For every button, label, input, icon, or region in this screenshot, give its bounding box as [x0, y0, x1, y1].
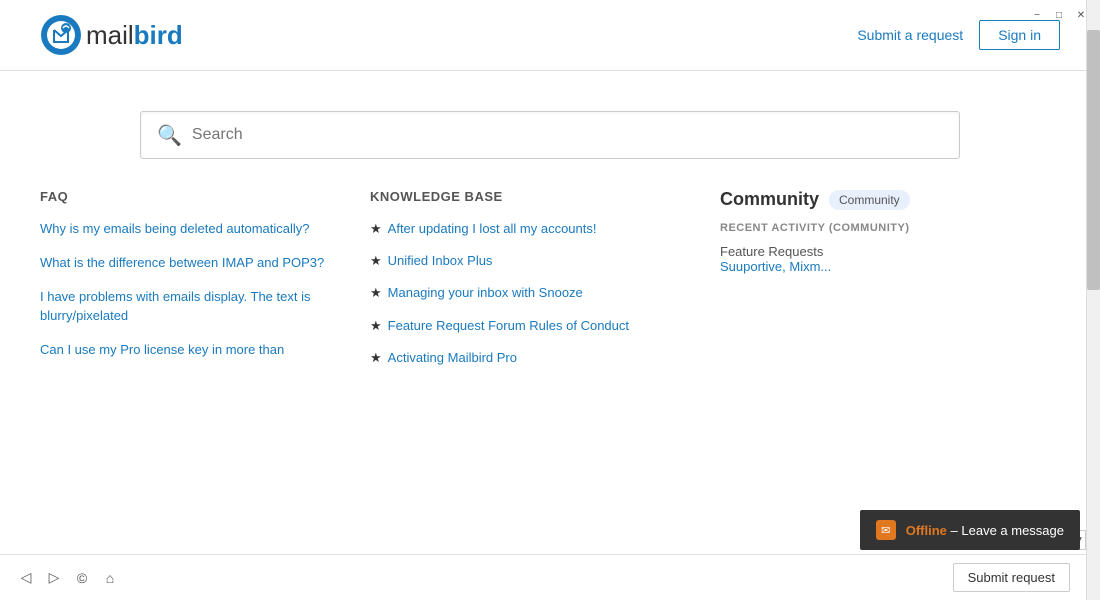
window-controls: − □ ✕ — [1018, 0, 1100, 30]
kb-star-3: ★ — [370, 318, 382, 334]
kb-star-1: ★ — [370, 253, 382, 269]
forward-icon[interactable]: ▷ — [44, 568, 64, 588]
footer: ◁ ▷ © ⌂ Submit request — [0, 554, 1086, 600]
faq-section: FAQ Why is my emails being deleted autom… — [40, 189, 330, 381]
faq-item-3[interactable]: Can I use my Pro license key in more tha… — [40, 341, 330, 359]
logo-icon — [40, 14, 82, 56]
scrollbar-thumb[interactable] — [1087, 30, 1100, 290]
kb-item-4: ★ Activating Mailbird Pro — [370, 349, 680, 367]
search-input[interactable] — [192, 112, 943, 158]
faq-item-1[interactable]: What is the difference between IMAP and … — [40, 254, 330, 272]
kb-item-0: ★ After updating I lost all my accounts! — [370, 220, 680, 238]
search-wrapper: 🔍 — [140, 111, 960, 159]
activity-label: Feature Requests — [720, 244, 823, 259]
kb-item-1: ★ Unified Inbox Plus — [370, 252, 680, 270]
copyright-icon[interactable]: © — [72, 568, 92, 588]
logo[interactable]: mailbird — [40, 14, 183, 56]
offline-text: Offline – Leave a message — [906, 523, 1064, 538]
faq-title: FAQ — [40, 189, 330, 204]
kb-item-2: ★ Managing your inbox with Snooze — [370, 284, 680, 302]
activity-items: Feature Requests Suuportive, Mixm... — [720, 244, 1060, 274]
home-icon[interactable]: ⌂ — [100, 568, 120, 588]
community-header: Community Community — [720, 189, 1060, 210]
kb-link-3[interactable]: Feature Request Forum Rules of Conduct — [388, 317, 629, 335]
kb-link-0[interactable]: After updating I lost all my accounts! — [388, 220, 597, 238]
logo-text: mailbird — [86, 20, 183, 51]
minimize-button[interactable]: − — [1030, 8, 1044, 22]
scrollbar[interactable] — [1086, 0, 1100, 600]
kb-star-2: ★ — [370, 285, 382, 301]
faq-item-0[interactable]: Why is my emails being deleted automatic… — [40, 220, 330, 238]
recent-activity-title: RECENT ACTIVITY (COMMUNITY) — [720, 222, 1060, 234]
community-badge: Community — [829, 190, 910, 210]
offline-banner[interactable]: Offline – Leave a message — [860, 510, 1080, 550]
main-content: FAQ Why is my emails being deleted autom… — [0, 189, 1100, 381]
search-section: 🔍 — [0, 71, 1100, 189]
submit-request-button[interactable]: Submit request — [953, 563, 1070, 592]
knowledge-base-section: KNOWLEDGE BASE ★ After updating I lost a… — [370, 189, 680, 381]
activity-links[interactable]: Suuportive, Mixm... — [720, 259, 831, 274]
back-icon[interactable]: ◁ — [16, 568, 36, 588]
kb-star-0: ★ — [370, 221, 382, 237]
offline-icon — [876, 520, 896, 540]
header: mailbird Submit a request Sign in — [0, 0, 1100, 71]
kb-star-4: ★ — [370, 350, 382, 366]
kb-link-1[interactable]: Unified Inbox Plus — [388, 252, 493, 270]
search-icon: 🔍 — [157, 123, 182, 148]
community-title: Community — [720, 189, 819, 210]
kb-title: KNOWLEDGE BASE — [370, 189, 680, 204]
maximize-button[interactable]: □ — [1052, 8, 1066, 22]
submit-request-link[interactable]: Submit a request — [857, 27, 963, 43]
footer-left: ◁ ▷ © ⌂ — [16, 568, 120, 588]
close-button[interactable]: ✕ — [1074, 8, 1088, 22]
kb-link-2[interactable]: Managing your inbox with Snooze — [388, 284, 583, 302]
community-section: Community Community RECENT ACTIVITY (COM… — [720, 189, 1060, 381]
faq-item-2[interactable]: I have problems with emails display. The… — [40, 288, 330, 324]
kb-link-4[interactable]: Activating Mailbird Pro — [388, 349, 517, 367]
kb-item-3: ★ Feature Request Forum Rules of Conduct — [370, 317, 680, 335]
